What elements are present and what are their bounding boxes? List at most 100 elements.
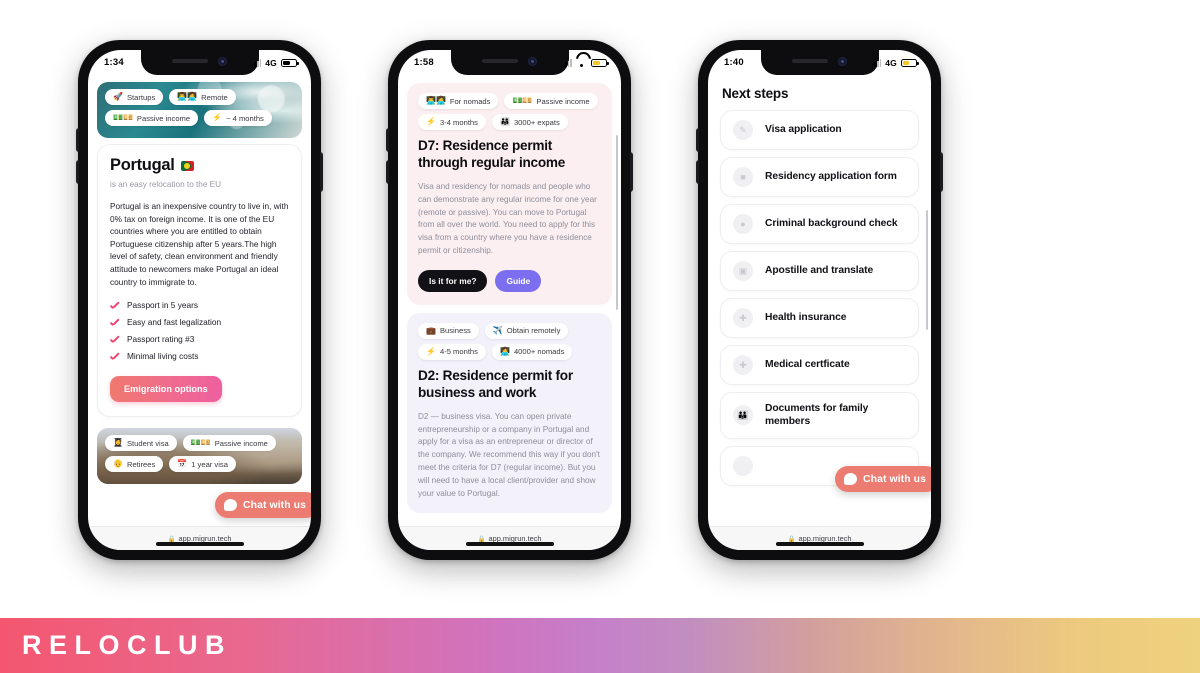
- country-name: Portugal: [110, 156, 175, 174]
- visa-list-scroll[interactable]: 👨‍💻👩‍💻 For nomads 💵💴 Passive income ⚡ 3-…: [398, 75, 621, 526]
- tag-label: ~ 4 months: [226, 113, 264, 123]
- visa-card-d2[interactable]: 💼 Business ✈️ Obtain remotely ⚡ 4-5 mont…: [407, 312, 612, 514]
- visa-title: D2: Residence permit for business and wo…: [418, 367, 573, 400]
- benefit-label: Passport in 5 years: [127, 300, 199, 311]
- money-icon: 💵💴: [512, 96, 533, 105]
- chat-label: Chat with us: [243, 499, 306, 511]
- tag-pill[interactable]: ⚡ 4-5 months: [418, 343, 486, 360]
- list-item[interactable]: ✎ Visa application: [720, 110, 919, 150]
- tag-pill[interactable]: 🚀 Startups: [105, 89, 164, 105]
- list-item[interactable]: ● Criminal background check: [720, 204, 919, 244]
- phone-screen: 1:40 4G Next steps ✎ Visa application ■: [708, 50, 931, 550]
- list-item[interactable]: 👪 Documents for family members: [720, 392, 919, 439]
- volume-up-button[interactable]: [386, 128, 389, 152]
- money-icon: 💵💴: [113, 113, 133, 122]
- airplane-icon: ✈️: [492, 325, 503, 335]
- home-indicator[interactable]: [465, 542, 554, 546]
- vertical-scrollbar[interactable]: [925, 210, 928, 330]
- is-it-for-me-button[interactable]: Is it for me?: [418, 269, 488, 292]
- step-label: Residency application form: [765, 171, 897, 183]
- emigration-options-button[interactable]: Emigration options: [110, 376, 222, 403]
- tag-pill[interactable]: 👨‍💻👩‍💻 For nomads: [418, 93, 499, 109]
- tag-row: 💼 Business ✈️ Obtain remotely ⚡ 4-5 mont…: [418, 322, 601, 360]
- tag-pill[interactable]: 💵💴 Passive income: [105, 110, 199, 126]
- home-indicator[interactable]: [155, 542, 244, 546]
- step-label: Apostille and translate: [765, 265, 874, 277]
- tag-pill[interactable]: 💵💴 Passive income: [504, 93, 598, 109]
- browser-url-bar[interactable]: 🔒 app.migrun.tech: [88, 526, 311, 550]
- cell-bars-icon: [871, 59, 882, 67]
- list-item: Easy and fast legalization: [110, 317, 289, 327]
- phone-mockup-next-steps: 1:40 4G Next steps ✎ Visa application ■: [696, 40, 943, 560]
- status-indicators: 4G: [871, 58, 919, 68]
- list-item: Passport in 5 years: [110, 300, 289, 310]
- tag-pill[interactable]: 👩‍🎓 Student visa: [105, 435, 177, 452]
- tag-pill[interactable]: 👩‍💻 4000+ nomads: [491, 343, 573, 360]
- tag-pill[interactable]: ✈️ Obtain remotely: [484, 322, 569, 339]
- check-icon: [110, 318, 119, 327]
- portugal-flag-icon: [180, 160, 194, 171]
- lightning-icon: ⚡: [426, 346, 436, 356]
- step-label: Medical certficate: [765, 359, 850, 371]
- tag-pill[interactable]: 👨‍💻👩‍💻 Remote: [169, 89, 236, 105]
- form-icon: ■: [733, 167, 753, 187]
- money-icon: 💵💴: [190, 438, 211, 448]
- chat-with-us-button[interactable]: Chat with us: [835, 466, 931, 492]
- page-content: Next steps ✎ Visa application ■ Residenc…: [708, 75, 931, 550]
- power-button[interactable]: [630, 152, 633, 192]
- briefcase-medical-icon: ✚: [733, 308, 753, 328]
- tag-pill[interactable]: ⚡ 3-4 months: [418, 114, 486, 130]
- page-content: 🚀 Startups 👨‍💻👩‍💻 Remote 💵💴 Passive inco…: [88, 75, 311, 550]
- tag-pill[interactable]: ⚡ ~ 4 months: [204, 110, 272, 126]
- battery-icon: [281, 58, 299, 67]
- chat-bubble-icon: [844, 473, 858, 485]
- home-indicator[interactable]: [775, 542, 864, 546]
- wifi-icon: [576, 59, 587, 67]
- volume-down-button[interactable]: [696, 160, 699, 184]
- tag-pill[interactable]: 💵💴 Passive income: [182, 435, 276, 452]
- remote-workers-icon: 👨‍💻👩‍💻: [177, 92, 198, 101]
- cell-bars-icon: [562, 59, 572, 67]
- browser-url-bar[interactable]: 🔒 app.migrun.tech: [398, 526, 621, 550]
- visa-actions: Is it for me? Guide: [418, 269, 601, 292]
- list-item[interactable]: ✚ Health insurance: [720, 298, 919, 338]
- benefits-list: Passport in 5 years Easy and fast legali…: [110, 300, 289, 361]
- chat-with-us-button[interactable]: Chat with us: [215, 492, 311, 518]
- phone-mockup-visas: 1:58 👨‍💻👩‍💻 For nomads: [386, 40, 633, 560]
- list-item: Passport rating #3: [110, 334, 289, 344]
- list-item[interactable]: ✚ Medical certficate: [720, 345, 919, 385]
- list-item[interactable]: ■ Residency application form: [720, 157, 919, 197]
- list-item[interactable]: ▣ Apostille and translate: [720, 251, 919, 291]
- battery-icon: [901, 58, 919, 67]
- status-time: 1:40: [724, 57, 744, 68]
- visa-card-d7[interactable]: 👨‍💻👩‍💻 For nomads 💵💴 Passive income ⚡ 3-…: [407, 83, 612, 305]
- tag-pill[interactable]: 👴 Retirees: [105, 456, 164, 473]
- vertical-scrollbar[interactable]: [615, 135, 618, 310]
- tag-pill[interactable]: 👨‍👩‍👧 3000+ expats: [491, 114, 568, 130]
- volume-down-button[interactable]: [76, 160, 79, 184]
- volume-up-button[interactable]: [76, 128, 79, 152]
- power-button[interactable]: [320, 152, 323, 192]
- tag-label: Business: [439, 326, 471, 336]
- volume-up-button[interactable]: [696, 128, 699, 152]
- tag-pill[interactable]: 💼 Business: [418, 322, 479, 339]
- volume-down-button[interactable]: [386, 160, 389, 184]
- tag-label: Startups: [126, 92, 156, 102]
- rocket-icon: 🚀: [113, 92, 123, 101]
- calendar-icon: 📅: [177, 459, 188, 469]
- tag-label: Retirees: [126, 459, 156, 469]
- power-button[interactable]: [940, 152, 943, 192]
- tag-label: Passive income: [136, 113, 191, 123]
- phone-mockup-country: 1:34 4G 🚀 Startups 👨‍💻👩‍💻 Remot: [76, 40, 323, 560]
- tag-pill[interactable]: 📅 1 year visa: [169, 456, 236, 473]
- battery-icon: [591, 58, 609, 67]
- guide-button[interactable]: Guide: [495, 269, 542, 292]
- visa-description: D2 — business visa. You can open private…: [418, 411, 600, 498]
- page-title: Portugal: [110, 156, 289, 175]
- country-description: Portugal is an inexpensive country to li…: [110, 201, 289, 287]
- visa-description: Visa and residency for nomads and people…: [418, 181, 597, 255]
- student-icon: 👩‍🎓: [113, 438, 123, 448]
- cell-bars-icon: [251, 59, 262, 67]
- status-bar: 1:58: [398, 50, 621, 75]
- browser-url-bar[interactable]: 🔒 app.migrun.tech: [708, 526, 931, 550]
